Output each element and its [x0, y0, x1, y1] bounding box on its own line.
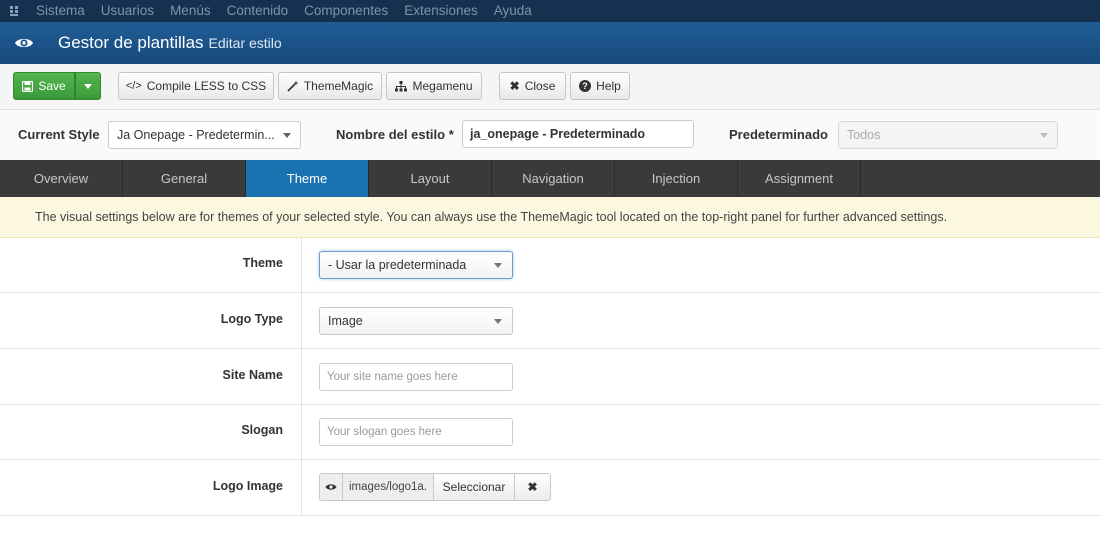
form-row-logo-type: Logo Type Image: [0, 293, 1100, 349]
page-header: Gestor de plantillas Editar estilo: [0, 22, 1100, 65]
thememagic-label: ThemeMagic: [303, 79, 374, 93]
slogan-label: Slogan: [241, 423, 283, 437]
eye-icon: [14, 36, 48, 50]
magic-wand-icon: [287, 80, 299, 92]
style-selector-row: Current Style Ja Onepage - Predetermin..…: [0, 110, 1100, 160]
current-style-select[interactable]: Ja Onepage - Predetermin...: [108, 121, 301, 149]
help-button[interactable]: ? Help: [570, 72, 630, 100]
logo-image-field: images/logo1a. Seleccionar ✖: [319, 473, 551, 501]
chevron-down-icon: [494, 319, 502, 324]
chevron-down-icon: [283, 133, 291, 138]
close-icon: ✖: [509, 79, 520, 93]
code-icon: </>: [125, 80, 142, 92]
theme-select-value: - Usar la predeterminada: [328, 258, 467, 272]
menu-menus[interactable]: Menús: [162, 0, 219, 22]
tab-injection[interactable]: Injection: [615, 160, 738, 197]
site-name-input[interactable]: [319, 363, 513, 391]
thememagic-button[interactable]: ThemeMagic: [278, 72, 382, 100]
style-name-label: Nombre del estilo *: [336, 127, 454, 142]
style-name-value: ja_onepage - Predeterminado: [470, 127, 646, 141]
toolbar: Save </> Compile LESS to CSS ThemeMagic …: [0, 64, 1100, 110]
menu-ayuda[interactable]: Ayuda: [486, 0, 540, 22]
select-image-button[interactable]: Seleccionar: [434, 473, 515, 501]
tab-assignment[interactable]: Assignment: [738, 160, 861, 197]
compile-less-button[interactable]: </> Compile LESS to CSS: [118, 72, 274, 100]
megamenu-label: Megamenu: [412, 79, 473, 93]
current-style-value: Ja Onepage - Predetermin...: [117, 128, 275, 142]
compile-less-label: Compile LESS to CSS: [146, 79, 267, 93]
tab-overview[interactable]: Overview: [0, 160, 123, 197]
default-select: Todos: [838, 121, 1058, 149]
close-label: Close: [524, 79, 556, 93]
question-circle-icon: ?: [579, 80, 592, 92]
joomla-logo-icon[interactable]: [0, 0, 28, 22]
save-icon: [22, 80, 34, 92]
clear-image-button[interactable]: ✖: [515, 473, 551, 501]
chevron-down-icon: [494, 263, 502, 268]
form-row-theme: Theme - Usar la predeterminada: [0, 237, 1100, 293]
logo-type-select[interactable]: Image: [319, 307, 513, 335]
info-banner: The visual settings below are for themes…: [0, 197, 1100, 238]
menu-sistema[interactable]: Sistema: [28, 0, 93, 22]
info-banner-text: The visual settings below are for themes…: [35, 210, 948, 224]
default-value: Todos: [847, 128, 881, 142]
site-name-label: Site Name: [222, 368, 283, 382]
style-name-input[interactable]: ja_onepage - Predeterminado: [462, 120, 694, 148]
tab-theme[interactable]: Theme: [246, 160, 369, 197]
save-button[interactable]: Save: [13, 72, 75, 100]
default-label: Predeterminado: [729, 127, 828, 142]
form-row-site-name: Site Name: [0, 349, 1100, 405]
logo-type-label: Logo Type: [220, 312, 283, 326]
sitemap-icon: [395, 80, 408, 91]
logo-image-path: images/logo1a.: [343, 473, 434, 501]
top-menu-bar: Sistema Usuarios Menús Contenido Compone…: [0, 0, 1100, 22]
page-subtitle: Editar estilo: [208, 35, 282, 51]
theme-select[interactable]: - Usar la predeterminada: [319, 251, 513, 279]
menu-extensiones[interactable]: Extensiones: [396, 0, 486, 22]
theme-label: Theme: [242, 256, 283, 270]
preview-button[interactable]: [319, 473, 343, 501]
form-row-logo-image: Logo Image images/logo1a. Seleccionar ✖: [0, 460, 1100, 516]
page-title: Gestor de plantillas: [58, 33, 204, 52]
menu-usuarios[interactable]: Usuarios: [93, 0, 162, 22]
close-button[interactable]: ✖ Close: [499, 72, 566, 100]
settings-tabs: Overview General Theme Layout Navigation…: [0, 160, 1100, 197]
caret-down-icon: [84, 83, 92, 89]
save-label: Save: [38, 79, 66, 93]
logo-type-value: Image: [328, 314, 363, 328]
chevron-down-icon: [1040, 133, 1048, 138]
tab-navigation[interactable]: Navigation: [492, 160, 615, 197]
help-label: Help: [596, 79, 621, 93]
menu-componentes[interactable]: Componentes: [296, 0, 396, 22]
current-style-label: Current Style: [18, 127, 100, 142]
form-row-slogan: Slogan: [0, 404, 1100, 460]
save-dropdown-button[interactable]: [75, 72, 101, 100]
slogan-input[interactable]: [319, 418, 513, 446]
svg-text:?: ?: [582, 81, 588, 91]
tab-layout[interactable]: Layout: [369, 160, 492, 197]
menu-contenido[interactable]: Contenido: [219, 0, 297, 22]
tab-general[interactable]: General: [123, 160, 246, 197]
logo-image-label: Logo Image: [212, 479, 283, 493]
eye-icon: [325, 484, 337, 490]
megamenu-button[interactable]: Megamenu: [386, 72, 482, 100]
